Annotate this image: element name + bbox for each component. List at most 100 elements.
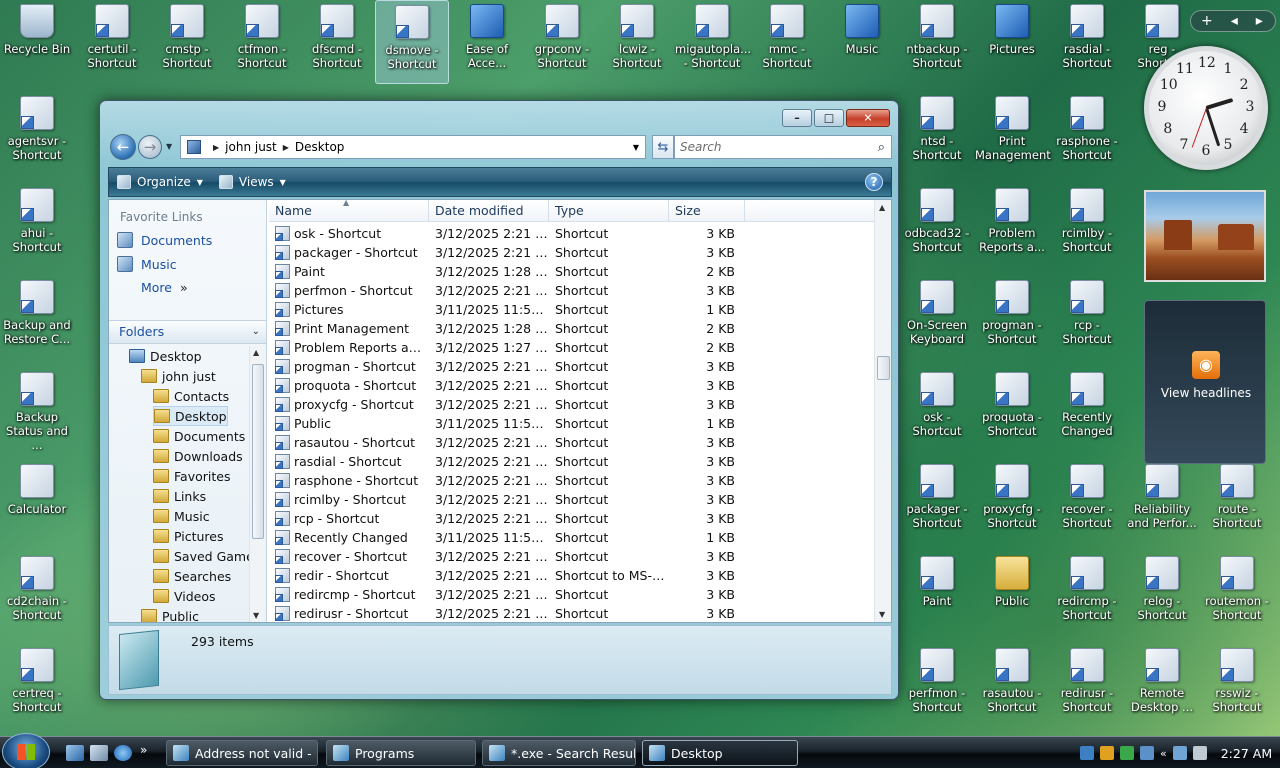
desktop-icon-pictures[interactable]: Pictures bbox=[975, 0, 1049, 84]
desktop-icon-cd2chain[interactable]: cd2chain - Shortcut bbox=[0, 552, 74, 636]
network-tray-icon[interactable] bbox=[1080, 746, 1094, 760]
desktop-icon-rasautou[interactable]: rasautou - Shortcut bbox=[975, 644, 1049, 728]
desktop-icon-rsswiz[interactable]: rsswiz - Shortcut bbox=[1200, 644, 1274, 728]
desktop-icon-lcwiz[interactable]: lcwiz - Shortcut bbox=[600, 0, 674, 84]
scrollbar-thumb[interactable] bbox=[877, 356, 890, 380]
desktop-icon-on-screen-keyboard[interactable]: On-Screen Keyboard bbox=[900, 276, 974, 360]
tree-item[interactable]: Videos bbox=[153, 586, 216, 606]
search-input[interactable]: Search ⌕ bbox=[674, 135, 892, 159]
network-status-icon[interactable] bbox=[1172, 746, 1187, 760]
recent-pages-dropdown-icon[interactable]: ▼ bbox=[166, 142, 172, 151]
table-row[interactable]: Pictures 3/11/2025 11:52 PM Shortcut 1 KB bbox=[269, 300, 875, 319]
desktop-icon-certreq[interactable]: certreq - Shortcut bbox=[0, 644, 74, 728]
desktop-icon-ntsd[interactable]: ntsd - Shortcut bbox=[900, 92, 974, 176]
tree-item[interactable]: Favorites bbox=[153, 466, 230, 486]
quick-launch-overflow-icon[interactable]: » bbox=[140, 743, 158, 759]
security-shield-icon[interactable] bbox=[1100, 746, 1114, 760]
desktop-icon-recycle-bin[interactable]: Recycle Bin bbox=[0, 0, 74, 84]
view-headlines-label[interactable]: View headlines bbox=[1145, 386, 1267, 400]
checkmark-tray-icon[interactable] bbox=[1120, 746, 1134, 760]
slideshow-gadget[interactable] bbox=[1144, 190, 1266, 282]
desktop-icon-public[interactable]: Public bbox=[975, 552, 1049, 636]
show-hidden-icons-icon[interactable]: « bbox=[1160, 747, 1167, 760]
taskbar-button[interactable]: Programs bbox=[326, 740, 476, 766]
computer-tray-icon[interactable] bbox=[1140, 746, 1154, 760]
sidebar-next-icon[interactable]: ▸ bbox=[1256, 13, 1263, 29]
feed-headlines-gadget[interactable]: ◉ View headlines bbox=[1144, 300, 1266, 464]
add-gadget-icon[interactable]: + bbox=[1201, 13, 1213, 29]
desktop-icon-rcp[interactable]: rcp - Shortcut bbox=[1050, 276, 1124, 360]
favorite-links-more[interactable]: More » bbox=[141, 280, 188, 295]
scroll-down-icon[interactable]: ▼ bbox=[253, 611, 259, 620]
close-button[interactable]: ✕ bbox=[846, 109, 890, 127]
file-list-scrollbar[interactable]: ▲ ▼ bbox=[874, 200, 891, 622]
taskbar-button[interactable]: *.exe - Search Resul... bbox=[482, 740, 636, 766]
desktop-icon-music[interactable]: Music bbox=[825, 0, 899, 84]
desktop-icon-rcimlby[interactable]: rcimlby - Shortcut bbox=[1050, 184, 1124, 268]
table-row[interactable]: proquota - Shortcut 3/12/2025 2:21 AM Shor… bbox=[269, 376, 875, 395]
table-row[interactable]: Print Management 3/12/2025 1:28 AM Shortcu… bbox=[269, 319, 875, 338]
desktop-icon-remote-desktop[interactable]: Remote Desktop ... bbox=[1125, 644, 1199, 728]
maximize-button[interactable]: □ bbox=[814, 109, 844, 127]
table-row[interactable]: rcp - Shortcut 3/12/2025 2:21 AM Shortcut 3… bbox=[269, 509, 875, 528]
desktop-icon-certutil[interactable]: certutil - Shortcut bbox=[75, 0, 149, 84]
desktop-icon-dsmove[interactable]: dsmove - Shortcut bbox=[375, 0, 449, 84]
desktop-icon-perfmon[interactable]: perfmon - Shortcut bbox=[900, 644, 974, 728]
refresh-button[interactable]: ⇆ bbox=[652, 135, 674, 159]
tree-item[interactable]: Downloads bbox=[153, 446, 243, 466]
table-row[interactable]: Public 3/11/2025 11:52 PM Shortcut 1 KB bbox=[269, 414, 875, 433]
desktop-icon-ctfmon[interactable]: ctfmon - Shortcut bbox=[225, 0, 299, 84]
sidebar-prev-icon[interactable]: ◂ bbox=[1231, 13, 1238, 29]
table-row[interactable]: recover - Shortcut 3/12/2025 2:21 AM Short… bbox=[269, 547, 875, 566]
desktop-icon-recover[interactable]: recover - Shortcut bbox=[1050, 460, 1124, 544]
column-header-type[interactable]: Type bbox=[549, 200, 669, 222]
column-header-date[interactable]: Date modified bbox=[429, 200, 549, 222]
search-icon[interactable]: ⌕ bbox=[878, 140, 885, 155]
forward-button[interactable]: → bbox=[138, 135, 162, 159]
desktop-icon-cmstp[interactable]: cmstp - Shortcut bbox=[150, 0, 224, 84]
clock-gadget[interactable]: 12 1 2 3 4 5 6 7 8 9 10 11 bbox=[1144, 46, 1268, 170]
desktop-icon-ahui[interactable]: ahui - Shortcut bbox=[0, 184, 74, 268]
scroll-up-icon[interactable]: ▲ bbox=[253, 348, 259, 357]
tree-item[interactable]: Desktop bbox=[129, 346, 202, 366]
table-row[interactable]: proxycfg - Shortcut 3/12/2025 2:21 AM Shor… bbox=[269, 395, 875, 414]
organize-button[interactable]: Organize ▼ bbox=[117, 175, 203, 189]
desktop-icon-dfscmd[interactable]: dfscmd - Shortcut bbox=[300, 0, 374, 84]
desktop-icon-proquota[interactable]: proquota - Shortcut bbox=[975, 368, 1049, 452]
desktop-icon-route[interactable]: route - Shortcut bbox=[1200, 460, 1274, 544]
breadcrumb-desktop[interactable]: Desktop bbox=[295, 140, 345, 154]
clock-time[interactable]: 2:27 AM bbox=[1221, 746, 1272, 761]
minimize-button[interactable]: – bbox=[782, 109, 812, 127]
desktop-icon-progman[interactable]: progman - Shortcut bbox=[975, 276, 1049, 360]
desktop-icon-routemon[interactable]: routemon - Shortcut bbox=[1200, 552, 1274, 636]
desktop-icon-ease-of-access[interactable]: Ease of Acce... bbox=[450, 0, 524, 84]
table-row[interactable]: rasphone - Shortcut 3/12/2025 2:21 AM Shor… bbox=[269, 471, 875, 490]
desktop-icon-paint[interactable]: Paint bbox=[900, 552, 974, 636]
table-row[interactable]: packager - Shortcut 3/12/2025 2:21 AM Shor… bbox=[269, 243, 875, 262]
breadcrumb-separator-icon[interactable]: ▶ bbox=[283, 143, 289, 152]
folders-header[interactable]: Folders ⌄ bbox=[109, 320, 266, 344]
column-header-size[interactable]: Size bbox=[669, 200, 745, 222]
tree-item[interactable]: Contacts bbox=[153, 386, 229, 406]
desktop-icon-print-management[interactable]: Print Management bbox=[975, 92, 1051, 176]
tree-item[interactable]: Searches bbox=[153, 566, 231, 586]
desktop-icon-calculator[interactable]: Calculator bbox=[0, 460, 74, 544]
address-dropdown-icon[interactable]: ▼ bbox=[633, 143, 639, 152]
tree-item[interactable]: john just bbox=[141, 366, 216, 386]
desktop-icon-recently-changed[interactable]: Recently Changed bbox=[1050, 368, 1124, 452]
taskbar-button[interactable]: Desktop bbox=[642, 740, 798, 766]
desktop-icon-migautopla[interactable]: migautopla... - Shortcut bbox=[675, 0, 751, 84]
table-row[interactable]: perfmon - Shortcut 3/12/2025 2:21 AM Short… bbox=[269, 281, 875, 300]
table-row[interactable]: Problem Reports and S... 3/12/2025 1:27 A… bbox=[269, 338, 875, 357]
volume-muted-icon[interactable] bbox=[1192, 746, 1207, 760]
table-row[interactable]: rcimlby - Shortcut 3/12/2025 2:21 AM Short… bbox=[269, 490, 875, 509]
breadcrumb-separator-icon[interactable]: ▶ bbox=[213, 143, 219, 152]
table-row[interactable]: progman - Shortcut 3/12/2025 2:21 AM Short… bbox=[269, 357, 875, 376]
desktop-icon-problem-reports[interactable]: Problem Reports a... bbox=[975, 184, 1049, 268]
desktop-icon-backup-restore[interactable]: Backup and Restore C... bbox=[0, 276, 74, 360]
table-row[interactable]: redirusr - Shortcut 3/12/2025 2:21 AM Shor… bbox=[269, 604, 875, 622]
desktop-icon-osk[interactable]: osk - Shortcut bbox=[900, 368, 974, 452]
column-header-name[interactable]: Name ▲ bbox=[269, 200, 429, 222]
tree-item[interactable]: Public bbox=[141, 606, 199, 622]
desktop-icon-packager[interactable]: packager - Shortcut bbox=[900, 460, 974, 544]
